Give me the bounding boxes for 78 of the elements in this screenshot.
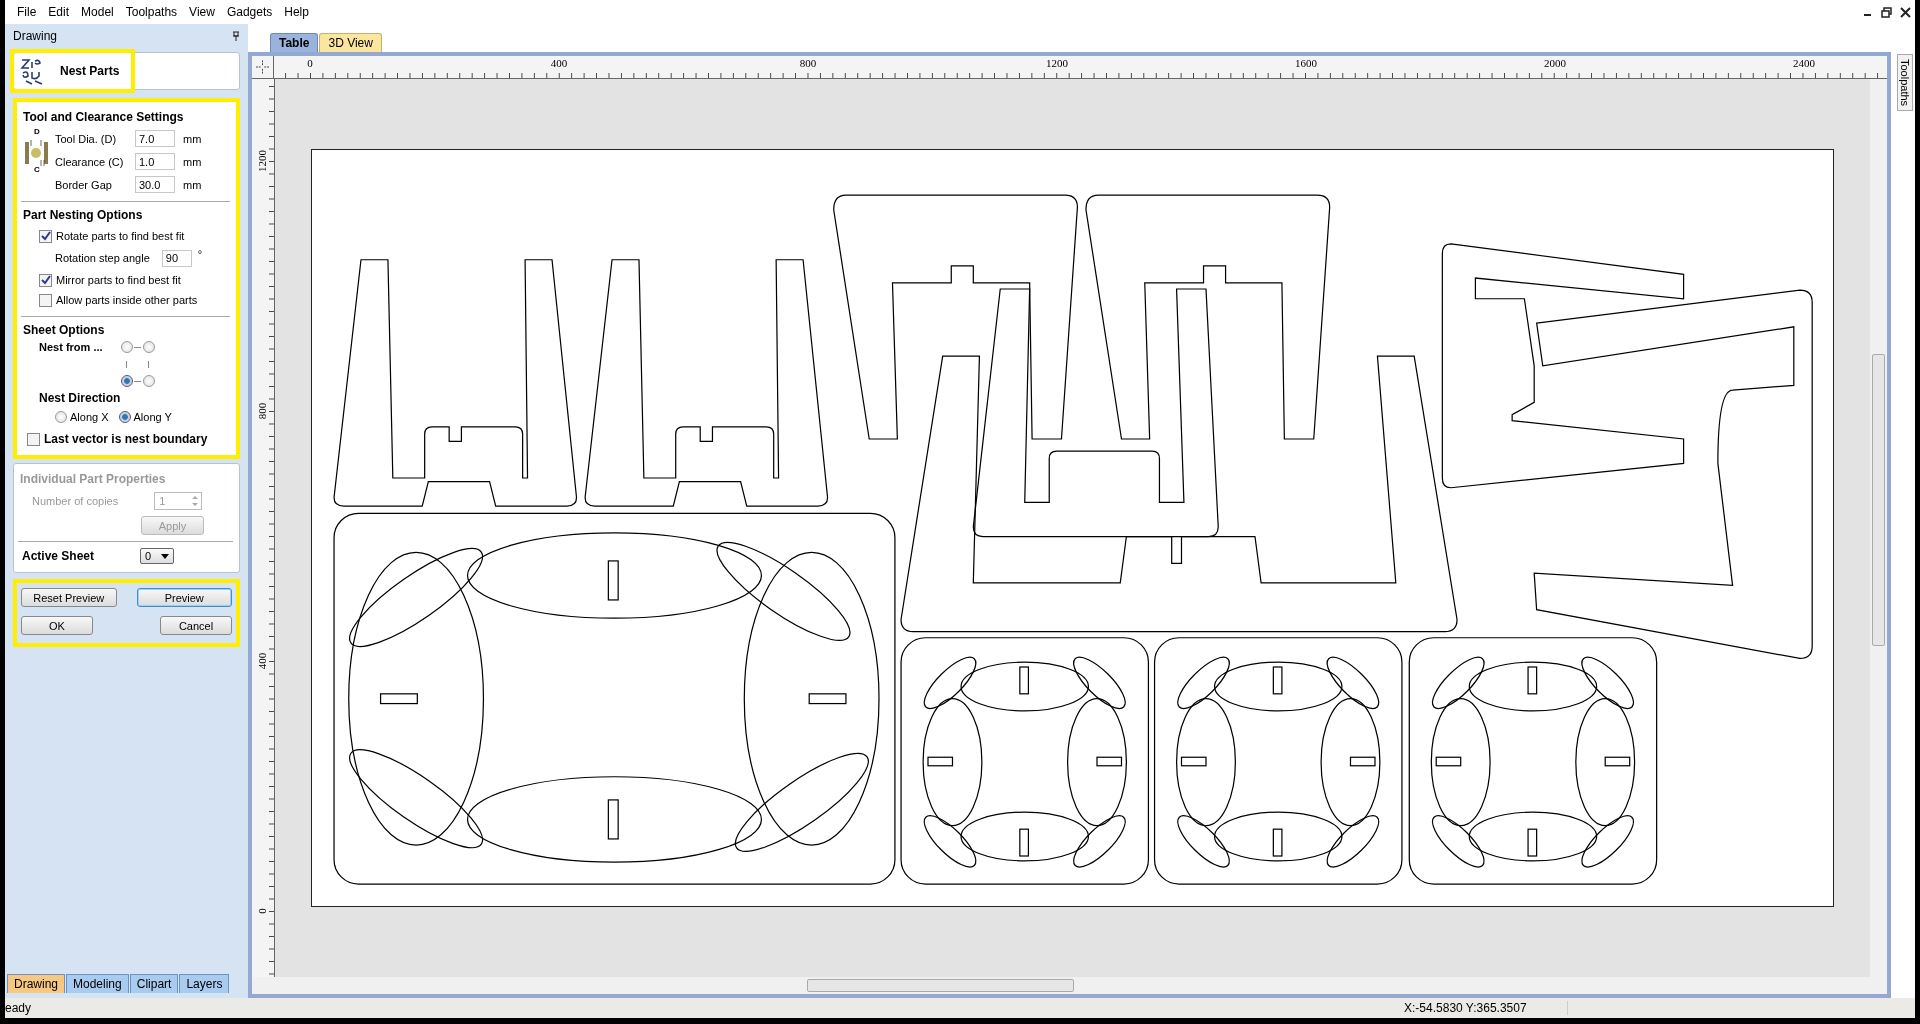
view-tab[interactable]: 3D View: [319, 33, 382, 52]
menu-item[interactable]: Gadgets: [222, 5, 281, 19]
view-tab[interactable]: Table: [270, 33, 319, 52]
radio-label: Along Y: [133, 411, 172, 423]
option-label: Nest from ...: [39, 341, 103, 353]
panel-title: Drawing: [13, 29, 57, 43]
status-message: eady: [5, 1001, 32, 1015]
corner-radio[interactable]: [120, 341, 133, 353]
panel-tab[interactable]: Clipart: [129, 974, 179, 993]
vertical-scrollbar[interactable]: [1870, 79, 1887, 977]
radio-button[interactable]: [118, 411, 131, 423]
ruler-label: 1600: [1295, 57, 1317, 69]
radio-label: Along X: [70, 411, 109, 423]
section-heading: Tool and Clearance Settings: [23, 110, 185, 124]
diagram-label: D: [34, 128, 40, 136]
panel-tab[interactable]: Layers: [179, 974, 230, 993]
ruler-label: 1200: [1046, 57, 1068, 69]
action-button[interactable]: OK: [21, 616, 93, 635]
field-label: Clearance (C): [55, 155, 125, 168]
menu-item[interactable]: Edit: [44, 5, 78, 19]
checkbox[interactable]: [39, 229, 52, 243]
input-field[interactable]: 30.0: [135, 176, 175, 193]
close-icon[interactable]: [1900, 6, 1911, 18]
corner-radio[interactable]: [142, 341, 155, 353]
action-button[interactable]: Preview: [136, 588, 232, 607]
ruler-label: 2400: [1793, 57, 1815, 69]
ruler-label: 800: [799, 57, 817, 69]
radio-button[interactable]: [55, 411, 67, 423]
side-tab[interactable]: Toolpaths: [1897, 54, 1913, 112]
panel-tab[interactable]: Modeling: [66, 974, 129, 993]
field-label: Border Gap: [55, 178, 113, 191]
section-heading: Individual Part Properties: [20, 472, 167, 486]
restore-icon[interactable]: [1881, 6, 1892, 18]
pin-icon[interactable]: [232, 31, 240, 41]
cursor-coordinates: X:-54.5830 Y:365.3507: [1404, 1001, 1568, 1015]
menu-item[interactable]: File: [13, 5, 45, 19]
checkbox-label: Last vector is nest boundary: [44, 432, 208, 446]
horizontal-scrollbar[interactable]: [252, 977, 1887, 994]
unit-label: mm: [183, 155, 202, 168]
checkbox-label: Mirror parts to find best fit: [56, 274, 181, 286]
unit-label: °: [197, 248, 203, 260]
field-label: Tool Dia. (D): [55, 132, 118, 145]
checkbox[interactable]: [39, 273, 52, 287]
menu-item[interactable]: Toolpaths: [121, 5, 186, 19]
section-heading: Sheet Options: [23, 323, 106, 337]
caret-icon[interactable]: [161, 553, 170, 559]
ruler-label: 800: [256, 403, 268, 419]
ruler-label: 400: [256, 653, 268, 669]
ruler-label: 0: [256, 907, 268, 916]
checkbox-label: Allow parts inside other parts: [56, 294, 198, 306]
ruler-label: 0: [307, 57, 313, 69]
action-button[interactable]: Reset Preview: [21, 588, 117, 607]
unit-label: mm: [183, 132, 202, 145]
checkbox-label: Rotate parts to find best fit: [56, 230, 185, 242]
option-label: Nest Direction: [38, 391, 122, 405]
field-label: Active Sheet: [22, 549, 95, 563]
unit-label: mm: [183, 178, 202, 191]
input-field[interactable]: 90: [161, 249, 192, 267]
diagram-label: C: [34, 166, 40, 174]
field-label: Number of copies: [32, 495, 119, 507]
checkbox[interactable]: [27, 432, 40, 446]
field-label: Rotation step angle: [55, 252, 150, 264]
input-field[interactable]: 7.0: [135, 130, 175, 147]
crosshair-icon[interactable]: [252, 56, 274, 78]
sheet-dropdown[interactable]: 0: [140, 548, 175, 564]
ruler-label: 2000: [1544, 57, 1566, 69]
input-field[interactable]: 1.0: [135, 153, 175, 170]
ruler-label: 400: [550, 57, 568, 69]
menu-item[interactable]: Help: [280, 5, 317, 19]
checkbox[interactable]: [39, 293, 52, 307]
corner-radio[interactable]: [142, 375, 155, 387]
panel-tab[interactable]: Drawing: [7, 974, 65, 993]
menu-item[interactable]: View: [185, 5, 223, 19]
menu-item[interactable]: Model: [77, 5, 122, 19]
nest-parts-title: Nest Parts: [60, 64, 120, 78]
corner-radio[interactable]: [120, 375, 133, 387]
action-button[interactable]: Cancel: [160, 616, 232, 635]
section-heading: Part Nesting Options: [23, 208, 144, 222]
